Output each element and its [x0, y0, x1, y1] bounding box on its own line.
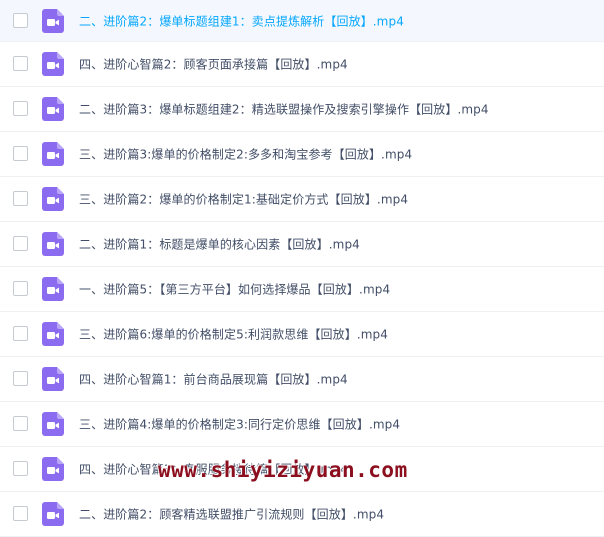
video-file-icon [42, 52, 64, 76]
row-checkbox[interactable] [13, 416, 28, 431]
file-name[interactable]: 三、进阶篇6:爆单的价格制定5:利润款思维【回放】.mp4 [79, 326, 388, 343]
row-checkbox[interactable] [13, 12, 28, 28]
video-file-icon [42, 187, 64, 211]
file-name[interactable]: 三、进阶篇3:爆单的价格制定2:多多和淘宝参考【回放】.mp4 [79, 146, 412, 163]
watermark-text: www.shiyiziyuan.com [158, 458, 408, 482]
file-row[interactable]: 二、进阶篇1：标题是爆单的核心因素【回放】.mp4 [0, 222, 604, 267]
file-row[interactable]: 三、进阶篇4:爆单的价格制定3:同行定价思维【回放】.mp4 [0, 402, 604, 447]
file-name[interactable]: 三、进阶篇2：爆单的价格制定1:基础定价方式【回放】.mp4 [79, 191, 408, 208]
file-name[interactable]: 二、进阶篇2：爆单标题组建1：卖点提炼解析【回放】.mp4 [79, 12, 404, 29]
video-file-icon [42, 142, 64, 166]
file-name[interactable]: 三、进阶篇4:爆单的价格制定3:同行定价思维【回放】.mp4 [79, 416, 400, 433]
row-checkbox[interactable] [13, 56, 28, 71]
file-row[interactable]: 二、进阶篇2：顾客精选联盟推广引流规则【回放】.mp4 [0, 492, 604, 537]
file-name[interactable]: 二、进阶篇3：爆单标题组建2：精选联盟操作及搜索引擎操作【回放】.mp4 [79, 101, 489, 118]
file-row[interactable]: 三、进阶篇2：爆单的价格制定1:基础定价方式【回放】.mp4 [0, 177, 604, 222]
file-name[interactable]: 二、进阶篇1：标题是爆单的核心因素【回放】.mp4 [79, 236, 360, 253]
file-row[interactable]: 二、进阶篇3：爆单标题组建2：精选联盟操作及搜索引擎操作【回放】.mp4 [0, 87, 604, 132]
video-file-icon [42, 232, 64, 256]
file-name[interactable]: 一、进阶篇5：【第三方平台】如何选择爆品【回放】.mp4 [79, 281, 390, 298]
row-checkbox[interactable] [13, 326, 28, 341]
row-checkbox[interactable] [13, 281, 28, 296]
file-list: 二、进阶篇2：爆单标题组建1：卖点提炼解析【回放】.mp4 四、进阶心智篇2：顾客… [0, 0, 604, 537]
row-checkbox[interactable] [13, 146, 28, 161]
row-checkbox[interactable] [13, 461, 28, 476]
file-row[interactable]: 二、进阶篇2：爆单标题组建1：卖点提炼解析【回放】.mp4 [0, 0, 604, 42]
row-checkbox[interactable] [13, 506, 28, 521]
video-file-icon [42, 457, 64, 481]
video-file-icon [42, 322, 64, 346]
file-name[interactable]: 四、进阶心智篇1：前台商品展现篇【回放】.mp4 [79, 371, 348, 388]
row-checkbox[interactable] [13, 101, 28, 116]
row-checkbox[interactable] [13, 191, 28, 206]
video-file-icon [42, 97, 64, 121]
file-row[interactable]: 四、进阶心智篇2：顾客页面承接篇【回放】.mp4 [0, 42, 604, 87]
file-name[interactable]: 四、进阶心智篇2：顾客页面承接篇【回放】.mp4 [79, 56, 348, 73]
file-row[interactable]: 一、进阶篇5：【第三方平台】如何选择爆品【回放】.mp4 [0, 267, 604, 312]
video-file-icon [42, 412, 64, 436]
row-checkbox[interactable] [13, 236, 28, 251]
file-row[interactable]: 三、进阶篇6:爆单的价格制定5:利润款思维【回放】.mp4 [0, 312, 604, 357]
file-row[interactable]: 三、进阶篇3:爆单的价格制定2:多多和淘宝参考【回放】.mp4 [0, 132, 604, 177]
video-file-icon [42, 502, 64, 526]
video-file-icon [42, 277, 64, 301]
video-file-icon [42, 367, 64, 391]
file-row[interactable]: 四、进阶心智篇1：前台商品展现篇【回放】.mp4 [0, 357, 604, 402]
file-name[interactable]: 二、进阶篇2：顾客精选联盟推广引流规则【回放】.mp4 [79, 506, 384, 523]
row-checkbox[interactable] [13, 371, 28, 386]
video-file-icon [42, 8, 64, 33]
